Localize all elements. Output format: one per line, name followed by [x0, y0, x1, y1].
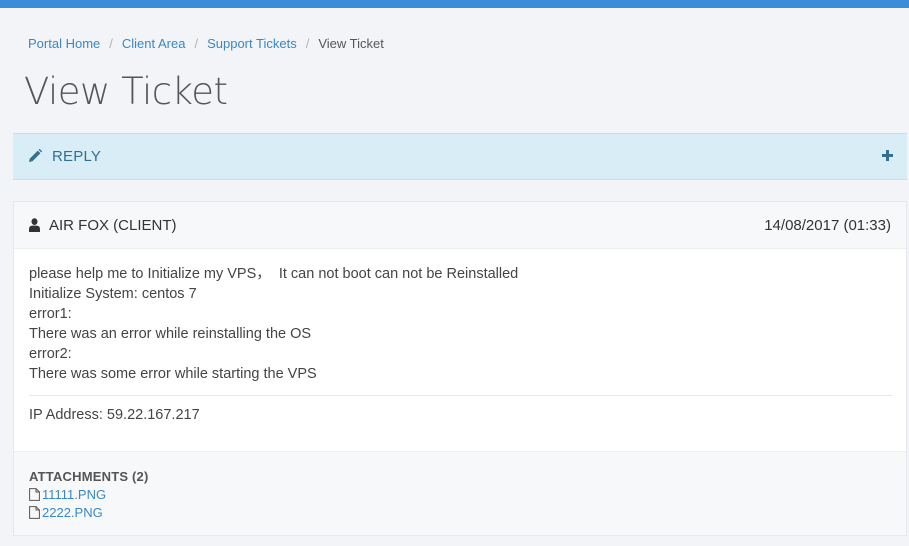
- breadcrumb-support-tickets[interactable]: Support Tickets: [207, 36, 297, 51]
- message-line: Initialize System: centos 7: [29, 286, 197, 302]
- breadcrumb-portal-home[interactable]: Portal Home: [28, 36, 100, 51]
- message-line: error2:: [29, 346, 72, 362]
- breadcrumb-current: View Ticket: [318, 36, 384, 51]
- pencil-icon: [29, 149, 42, 162]
- user-icon: [29, 218, 40, 232]
- breadcrumb-separator: /: [194, 36, 199, 51]
- breadcrumb-client-area[interactable]: Client Area: [122, 36, 186, 51]
- breadcrumb-separator: /: [305, 36, 310, 51]
- file-icon: [29, 506, 40, 519]
- message-line: error1:: [29, 306, 72, 322]
- message-line: please help me to Initialize my VPS， It …: [29, 266, 519, 282]
- ticket-message: AIR FOX (CLIENT) 14/08/2017 (01:33) plea…: [13, 201, 907, 536]
- attachments-section: ATTACHMENTS (2) 11111.PNG 2222.PNG: [14, 451, 906, 535]
- reply-panel-toggle[interactable]: REPLY: [13, 133, 907, 180]
- ip-address: IP Address: 59.22.167.217: [29, 407, 200, 423]
- divider: [29, 395, 892, 396]
- attachments-title: ATTACHMENTS (2): [29, 469, 149, 484]
- message-author: AIR FOX (CLIENT): [49, 217, 177, 234]
- plus-icon[interactable]: [882, 150, 893, 161]
- top-accent-bar: [0, 0, 909, 8]
- attachment-item: 11111.PNG: [29, 487, 106, 503]
- attachment-link[interactable]: 2222.PNG: [42, 505, 103, 520]
- message-line: There was an error while reinstalling th…: [29, 326, 312, 342]
- message-date: 14/08/2017 (01:33): [764, 217, 891, 234]
- attachment-item: 2222.PNG: [29, 505, 103, 521]
- message-body: please help me to Initialize my VPS， It …: [29, 264, 518, 384]
- breadcrumb-separator: /: [109, 36, 113, 51]
- breadcrumb: Portal Home / Client Area / Support Tickets /…: [28, 36, 384, 52]
- attachment-link[interactable]: 11111.PNG: [42, 487, 106, 502]
- message-header: AIR FOX (CLIENT) 14/08/2017 (01:33): [14, 202, 906, 249]
- reply-label: REPLY: [52, 148, 102, 165]
- page-title: View Ticket: [24, 70, 228, 113]
- file-icon: [29, 488, 40, 501]
- message-line: There was some error while starting the …: [29, 366, 317, 382]
